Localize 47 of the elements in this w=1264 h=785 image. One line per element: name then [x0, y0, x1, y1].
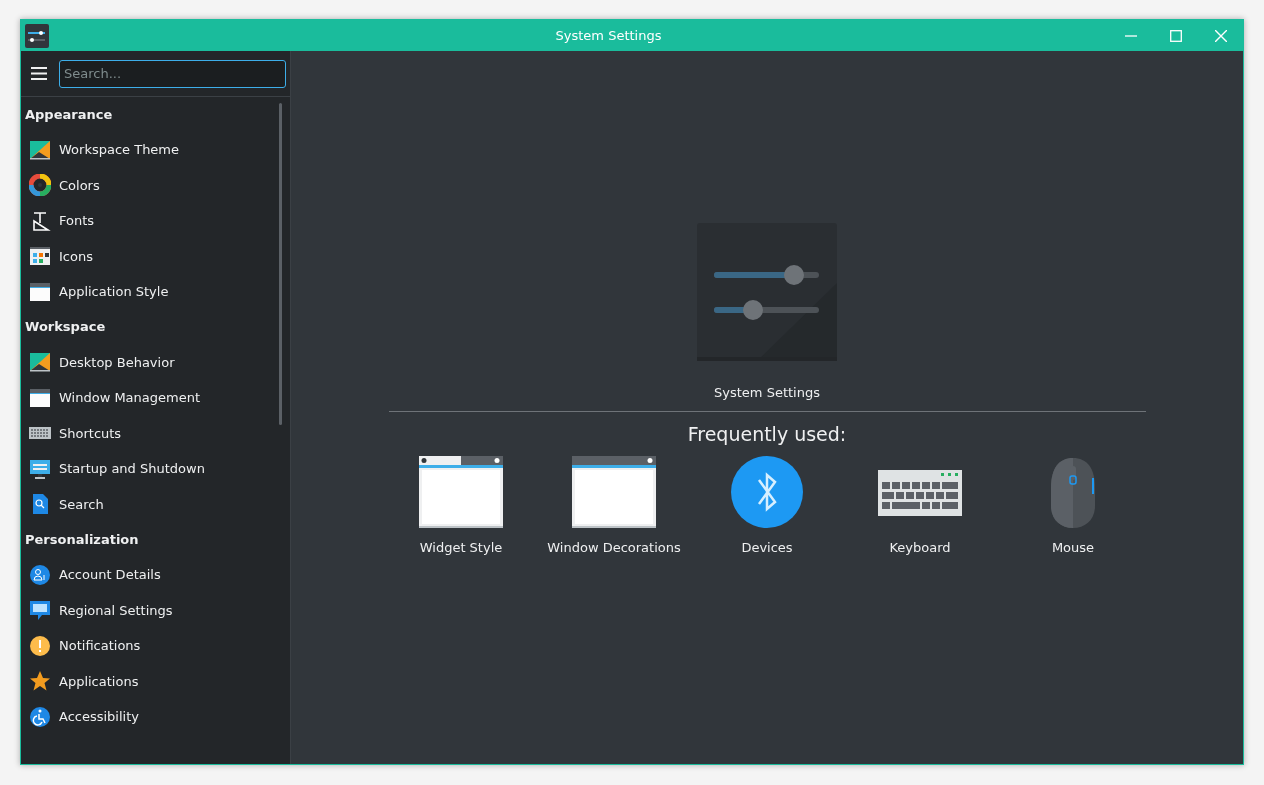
desktop-icon [29, 351, 51, 374]
sidebar-item[interactable]: Startup and Shutdown [59, 459, 205, 479]
window-icon [29, 386, 51, 409]
sidebar-item[interactable]: Desktop Behavior [59, 352, 175, 372]
color-wheel-icon [29, 174, 51, 197]
workspace-theme-icon [29, 138, 51, 161]
section-heading: Frequently used: [687, 421, 847, 447]
window-icon [29, 280, 51, 303]
speech-bubble-icon [29, 599, 51, 622]
window-icon[interactable] [572, 456, 656, 528]
menu-icon[interactable] [31, 67, 47, 80]
sidebar-item[interactable]: Applications [59, 671, 139, 691]
close-icon [1214, 29, 1227, 42]
maximize-icon [1169, 29, 1182, 42]
search-field[interactable]: Search... [59, 59, 286, 88]
shortcut-label[interactable]: Mouse [1051, 538, 1095, 558]
sidebar-item[interactable]: Application Style [59, 282, 169, 302]
shortcut-label[interactable]: Window Decorations [547, 538, 681, 558]
shortcut-label[interactable]: Widget Style [419, 538, 503, 558]
exclamation-icon [29, 634, 51, 657]
accessibility-icon [29, 705, 51, 728]
scrollbar[interactable] [279, 103, 282, 425]
sidebar-item[interactable]: Search [59, 494, 104, 514]
sidebar-item[interactable]: Colors [59, 175, 100, 195]
sidebar-item[interactable]: Fonts [59, 211, 95, 231]
sidebar-item[interactable]: Regional Settings [59, 600, 173, 620]
app-label: System Settings [714, 384, 820, 402]
section-header: Workspace [24, 318, 107, 337]
widget-style-icon[interactable] [419, 456, 503, 528]
monitor-icon [29, 457, 51, 480]
app-icon[interactable] [25, 23, 49, 48]
section-header: Personalization [24, 530, 140, 549]
sidebar-item[interactable]: Account Details [59, 565, 161, 585]
shortcut-label[interactable]: Keyboard [889, 538, 951, 558]
system-settings-icon [697, 223, 837, 363]
sidebar-item[interactable]: Accessibility [59, 707, 139, 727]
section-header: Appearance [24, 105, 114, 124]
window-title: System Settings [554, 26, 663, 45]
sidebar-item[interactable]: Shortcuts [59, 423, 122, 443]
shortcut-label[interactable]: Devices [741, 538, 793, 558]
sidebar-item[interactable]: Icons [59, 246, 93, 266]
star-icon [29, 670, 51, 693]
icons-icon [29, 245, 51, 268]
user-icon [29, 563, 51, 586]
sidebar-item[interactable]: Notifications [59, 636, 141, 656]
sidebar-item[interactable]: Window Management [59, 388, 201, 408]
sidebar-item[interactable]: Workspace Theme [59, 140, 180, 160]
